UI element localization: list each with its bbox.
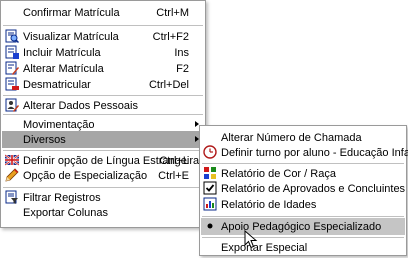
menu-item-label: Alterar Matrícula — [23, 62, 104, 75]
menu-item-diversos[interactable]: Diversos — [2, 131, 204, 148]
menu-item-label: Relatório de Cor / Raça — [221, 167, 336, 180]
submenu-item-relatorio-idades[interactable]: Relatório de Idades — [201, 196, 405, 213]
menu-item-label: Diversos — [23, 133, 66, 146]
menu-separator — [3, 114, 203, 115]
submenu-item-exportar-especial[interactable]: Exportar Especial — [201, 239, 405, 256]
menu-item-incluir-matricula[interactable]: Incluir Matrícula Ins — [2, 44, 204, 61]
menu-item-shortcut: Ctrl+M — [156, 6, 189, 19]
document-view-icon — [5, 29, 20, 44]
menu-item-label: Exportar Especial — [221, 241, 308, 254]
menu-item-label: Desmatricular — [23, 78, 91, 91]
menu-item-label: Relatório de Idades — [221, 198, 317, 211]
menu-separator — [202, 163, 404, 164]
mouse-pointer-icon — [244, 230, 258, 249]
menu-separator — [3, 150, 203, 151]
submenu-item-relatorio-aprovados[interactable]: Relatório de Aprovados e Concluintes — [201, 180, 405, 197]
menu-item-opcao-especializacao[interactable]: Opção de Especialização Ctrl+E — [2, 167, 204, 184]
menu-separator — [202, 216, 404, 217]
menu-item-desmatricular[interactable]: Desmatricular Ctrl+Del — [2, 76, 204, 93]
filter-icon — [5, 190, 19, 204]
menu-item-visualizar-matricula[interactable]: Visualizar Matrícula Ctrl+F2 — [2, 28, 204, 45]
menu-item-label: Incluir Matrícula — [23, 46, 101, 59]
menu-separator — [3, 187, 203, 188]
menu-item-shortcut: Ctrl+L — [159, 154, 189, 167]
menu-item-label: Visualizar Matrícula — [23, 30, 119, 43]
menu-item-label: Alterar Dados Pessoais — [23, 99, 138, 112]
menu-separator — [3, 95, 203, 96]
menu-item-label: Alterar Número de Chamada — [221, 131, 362, 144]
menu-item-shortcut: Ctrl+Del — [148, 78, 189, 91]
checkbox-checked-icon — [203, 181, 217, 195]
color-grid-icon — [203, 166, 217, 180]
menu-separator — [3, 25, 203, 26]
menu-item-alterar-matricula[interactable]: Alterar Matrícula F2 — [2, 60, 204, 77]
menu-item-alterar-dados-pessoais[interactable]: Alterar Dados Pessoais — [2, 97, 204, 114]
menu-item-shortcut: Ctrl+E — [158, 169, 189, 182]
menu-separator — [202, 237, 404, 238]
menu-item-label: Relatório de Aprovados e Concluintes — [221, 182, 406, 195]
menu-item-label: Confirmar Matrícula — [23, 6, 120, 19]
report-icon — [203, 197, 217, 211]
document-edit-icon — [5, 61, 19, 75]
document-remove-icon — [5, 77, 19, 91]
menu-item-label: Movimentação — [23, 118, 95, 131]
document-add-icon — [5, 45, 19, 59]
menu-item-shortcut: Ctrl+F2 — [152, 30, 189, 43]
menu-item-label: Exportar Colunas — [23, 206, 108, 219]
menu-item-exportar-colunas[interactable]: Exportar Colunas — [2, 204, 204, 221]
menu-item-label: Opção de Especialização — [23, 169, 148, 182]
menu-item-label: Filtrar Registros — [23, 191, 101, 204]
flag-icon — [4, 153, 20, 167]
menu-item-shortcut: Ins — [174, 46, 189, 59]
submenu-item-apoio-pedagogico[interactable]: Apoio Pedagógico Especializado — [201, 218, 405, 235]
menu-item-shortcut: F2 — [176, 62, 189, 75]
pencil-icon — [5, 168, 19, 182]
radio-bullet-icon — [203, 219, 217, 233]
submenu-item-definir-turno[interactable]: Definir turno por aluno - Educação Infan… — [201, 144, 408, 161]
menu-item-confirmar-matricula[interactable]: Confirmar Matrícula Ctrl+M — [2, 4, 204, 21]
menu-item-label: Definir turno por aluno - Educação Infan… — [221, 146, 408, 159]
person-edit-icon — [5, 98, 19, 112]
submenu-diversos: Alterar Número de Chamada Definir turno … — [199, 125, 408, 256]
context-menu: Confirmar Matrícula Ctrl+M Visualizar Ma… — [0, 0, 206, 228]
clock-icon — [203, 145, 217, 159]
